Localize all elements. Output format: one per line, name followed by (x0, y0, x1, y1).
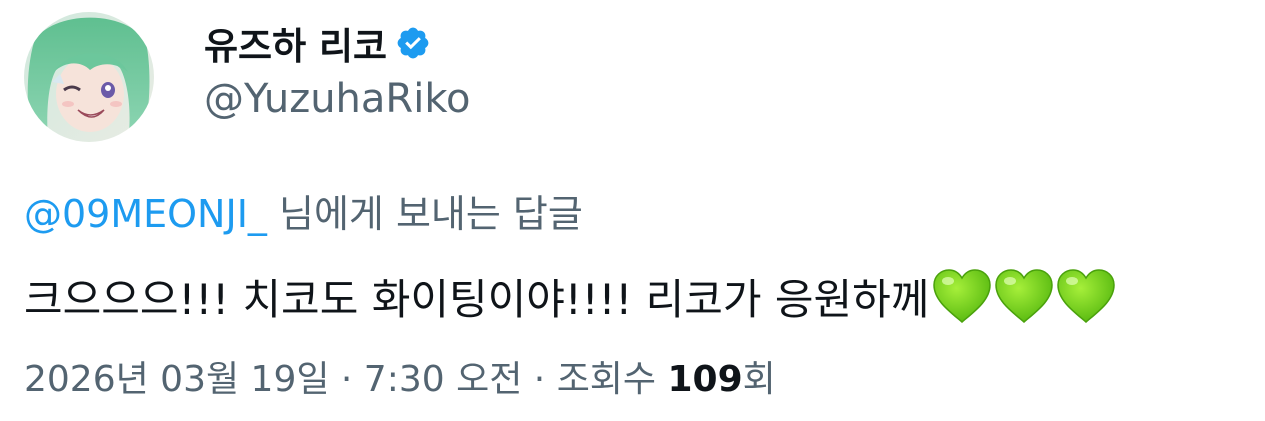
green-heart-icon (993, 267, 1055, 325)
reply-suffix: 님에게 보내는 답글 (266, 192, 583, 236)
timestamp-link[interactable]: 2026년 03월 19일 · 7:30 오전 (24, 359, 522, 400)
tweet-meta: 2026년 03월 19일 · 7:30 오전 · 조회수 109회 (24, 350, 776, 402)
emoji-group (931, 267, 1117, 325)
views-count: 109 (667, 359, 743, 400)
reply-mention-link[interactable]: @09MEONJI_ (24, 192, 267, 236)
green-heart-icon (931, 267, 993, 325)
views-label-suffix: 회 (742, 359, 776, 400)
meta-separator: · (522, 359, 557, 400)
tweet-body: 크으으으!!! 치코도 화이팅이야!!!! 리코가 응원하께 (24, 274, 930, 324)
display-name[interactable]: 유즈하 리코 (204, 16, 387, 70)
author-handle[interactable]: @YuzuhaRiko (204, 76, 471, 122)
views-label-prefix: 조회수 (556, 359, 668, 400)
author-name-row: 유즈하 리코 (204, 18, 431, 68)
verified-badge-icon (395, 25, 431, 61)
tweet-text: 크으으으!!! 치코도 화이팅이야!!!! 리코가 응원하께 (24, 264, 1117, 328)
avatar[interactable] (24, 12, 154, 142)
reply-context: @09MEONJI_ 님에게 보내는 답글 (24, 183, 583, 238)
anime-girl-avatar-icon (24, 12, 154, 142)
green-heart-icon (1055, 267, 1117, 325)
